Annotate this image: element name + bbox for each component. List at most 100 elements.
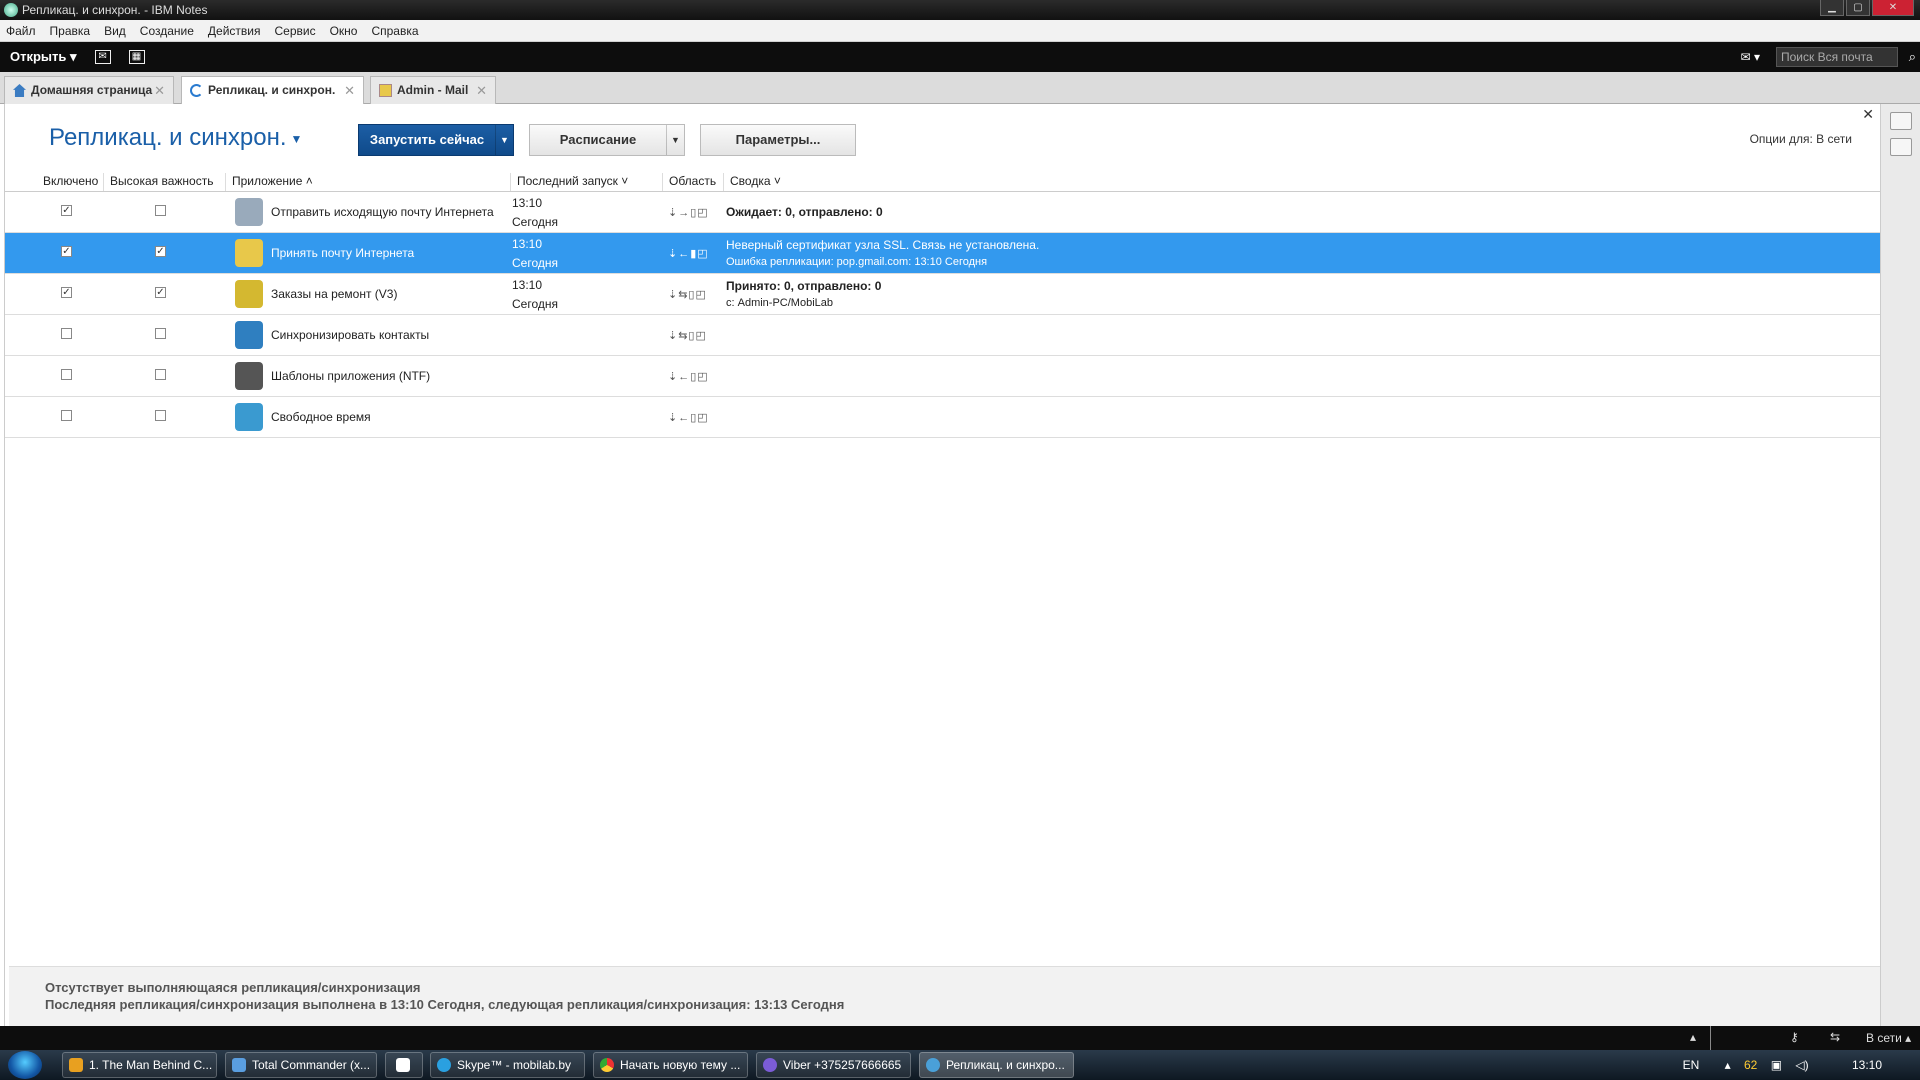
- calendar-icon[interactable]: ▦: [128, 50, 145, 64]
- enabled-checkbox[interactable]: ✓: [61, 287, 72, 298]
- window-titlebar: Репликац. и синхрон. - IBM Notes ▁ ▢ ✕: [0, 0, 1920, 20]
- taskbar-item[interactable]: Начать новую тему ...: [593, 1052, 748, 1078]
- calendar-icon[interactable]: [1890, 138, 1912, 156]
- col-high-priority[interactable]: Высокая важность: [103, 173, 225, 191]
- network-icon[interactable]: ▣: [1771, 1058, 1782, 1072]
- taskbar-item[interactable]: 1. The Man Behind C...: [62, 1052, 217, 1078]
- battery-indicator[interactable]: 62: [1744, 1058, 1757, 1072]
- maximize-button[interactable]: ▢: [1846, 0, 1870, 16]
- col-enabled[interactable]: Включено: [37, 173, 103, 191]
- table-row[interactable]: Свободное время ⇣←▯◰: [5, 397, 1881, 438]
- application-icon: [235, 321, 263, 349]
- app-icon: [232, 1058, 246, 1072]
- application-name: Синхронизировать контакты: [271, 328, 430, 342]
- application-name: Отправить исходящую почту Интернета: [271, 205, 494, 219]
- tab-admin-mail[interactable]: Admin - Mail ✕: [370, 76, 496, 104]
- key-icon[interactable]: ⚷: [1790, 1030, 1799, 1044]
- high-priority-checkbox[interactable]: ✓: [155, 287, 166, 298]
- taskbar-item[interactable]: [385, 1052, 423, 1078]
- home-icon: [13, 84, 26, 97]
- enabled-checkbox[interactable]: [61, 369, 72, 380]
- menu-help[interactable]: Справка: [371, 24, 418, 38]
- table-row[interactable]: Шаблоны приложения (NTF) ⇣←▯◰: [5, 356, 1881, 397]
- right-sidebar: [1880, 104, 1920, 1026]
- replication-status-icon[interactable]: ⇆: [1830, 1030, 1840, 1044]
- tab-close-icon[interactable]: ✕: [476, 77, 487, 104]
- chevron-up-icon[interactable]: ▴: [1725, 1058, 1731, 1072]
- col-last-run[interactable]: Последний запуск ˅: [510, 173, 662, 191]
- tab-close-icon[interactable]: ✕: [344, 77, 355, 104]
- last-run-time: 13:10: [512, 278, 543, 292]
- mail-icon[interactable]: ✉: [94, 50, 111, 64]
- summary-line-1: Ожидает: 0, отправлено: 0: [726, 205, 883, 219]
- table-row[interactable]: ✓ ✓ Заказы на ремонт (V3) 13:10 Сегодня ⇣⇆▯◰ П…: [5, 274, 1881, 315]
- search-icon[interactable]: ⌕: [1909, 49, 1916, 65]
- taskbar-item[interactable]: Viber +375257666665: [756, 1052, 911, 1078]
- menu-file[interactable]: Файл: [6, 24, 36, 38]
- viber-icon: [763, 1058, 777, 1072]
- application-icon: [235, 403, 263, 431]
- tab-close-icon[interactable]: ✕: [154, 77, 165, 104]
- menu-window[interactable]: Окно: [330, 24, 358, 38]
- col-summary[interactable]: Сводка ˅: [723, 173, 1023, 191]
- summary-line-1: Неверный сертификат узла SSL. Связь не у…: [726, 238, 1040, 252]
- area-icons: ⇣←▮◰: [668, 248, 709, 260]
- close-window-button[interactable]: ✕: [1872, 0, 1914, 16]
- chevron-up-icon[interactable]: ▴: [1690, 1030, 1696, 1044]
- menu-edit[interactable]: Правка: [50, 24, 91, 38]
- schedule-button[interactable]: Расписание ▼: [529, 124, 685, 156]
- col-area[interactable]: Область: [662, 173, 723, 191]
- app-icon: [396, 1058, 410, 1072]
- main-toolbar: Открыть ▾ ✉ ▦ ✉ ▾ Поиск Вся почта ⌕: [0, 42, 1920, 72]
- table-row[interactable]: Синхронизировать контакты ⇣⇆▯◰: [5, 315, 1881, 356]
- enabled-checkbox[interactable]: ✓: [61, 205, 72, 216]
- high-priority-checkbox[interactable]: [155, 328, 166, 339]
- area-icons: ⇣←▯◰: [668, 371, 709, 383]
- high-priority-checkbox[interactable]: [155, 205, 166, 216]
- application-icon: [235, 280, 263, 308]
- menu-create[interactable]: Создание: [140, 24, 194, 38]
- tab-home[interactable]: Домашняя страница ✕: [4, 76, 174, 104]
- menu-view[interactable]: Вид: [104, 24, 126, 38]
- high-priority-checkbox[interactable]: [155, 410, 166, 421]
- taskbar-item[interactable]: Skype™ - mobilab.by: [430, 1052, 585, 1078]
- application-name: Принять почту Интернета: [271, 246, 415, 260]
- taskbar-item[interactable]: Репликац. и синхро...: [919, 1052, 1074, 1078]
- page-title[interactable]: Репликац. и синхрон. ▼: [49, 124, 302, 152]
- start-button[interactable]: [8, 1051, 42, 1079]
- close-page-icon[interactable]: ✕: [1862, 106, 1874, 123]
- taskbar-item[interactable]: Total Commander (x...: [225, 1052, 377, 1078]
- language-indicator[interactable]: EN: [1683, 1058, 1700, 1072]
- chevron-down-icon[interactable]: ▼: [666, 125, 684, 155]
- table-row[interactable]: ✓ Отправить исходящую почту Интернета 13:1…: [5, 192, 1881, 233]
- application-name: Шаблоны приложения (NTF): [271, 369, 431, 383]
- col-application[interactable]: Приложение ˄: [225, 173, 510, 191]
- summary-line-2: Ошибка репликации: pop.gmail.com: 13:10 …: [726, 256, 988, 268]
- open-button[interactable]: Открыть ▾: [10, 49, 77, 65]
- enabled-checkbox[interactable]: [61, 328, 72, 339]
- parameters-button[interactable]: Параметры...: [700, 124, 856, 156]
- table-row[interactable]: ✓ ✓ Принять почту Интернета 13:10 Сегодня ⇣←▮…: [5, 233, 1881, 274]
- search-input[interactable]: Поиск Вся почта: [1776, 47, 1898, 67]
- volume-icon[interactable]: ◁): [1795, 1058, 1808, 1072]
- last-run-day: Сегодня: [512, 215, 558, 229]
- enabled-checkbox[interactable]: ✓: [61, 246, 72, 257]
- location-status[interactable]: В сети ▴: [1866, 1031, 1911, 1045]
- enabled-checkbox[interactable]: [61, 410, 72, 421]
- tab-replication[interactable]: Репликац. и синхрон. ✕: [181, 76, 364, 105]
- clock[interactable]: 13:10: [1852, 1058, 1882, 1072]
- sametime-icon[interactable]: [1890, 112, 1912, 130]
- high-priority-checkbox[interactable]: [155, 369, 166, 380]
- chevron-down-icon[interactable]: ▼: [495, 125, 513, 155]
- status-bar: ▴ ⚷ ⇆ В сети ▴: [0, 1026, 1920, 1050]
- area-icons: ⇣←▯◰: [668, 412, 709, 424]
- menu-tools[interactable]: Сервис: [274, 24, 315, 38]
- last-run-day: Сегодня: [512, 256, 558, 270]
- menu-actions[interactable]: Действия: [208, 24, 261, 38]
- mail-search-scope-icon[interactable]: ✉ ▾: [1741, 50, 1760, 64]
- replication-table: Включено Высокая важность Приложение ˄ П…: [5, 170, 1881, 438]
- high-priority-checkbox[interactable]: ✓: [155, 246, 166, 257]
- run-now-button[interactable]: Запустить сейчас ▼: [358, 124, 514, 156]
- replication-icon: [190, 84, 203, 97]
- minimize-button[interactable]: ▁: [1820, 0, 1844, 16]
